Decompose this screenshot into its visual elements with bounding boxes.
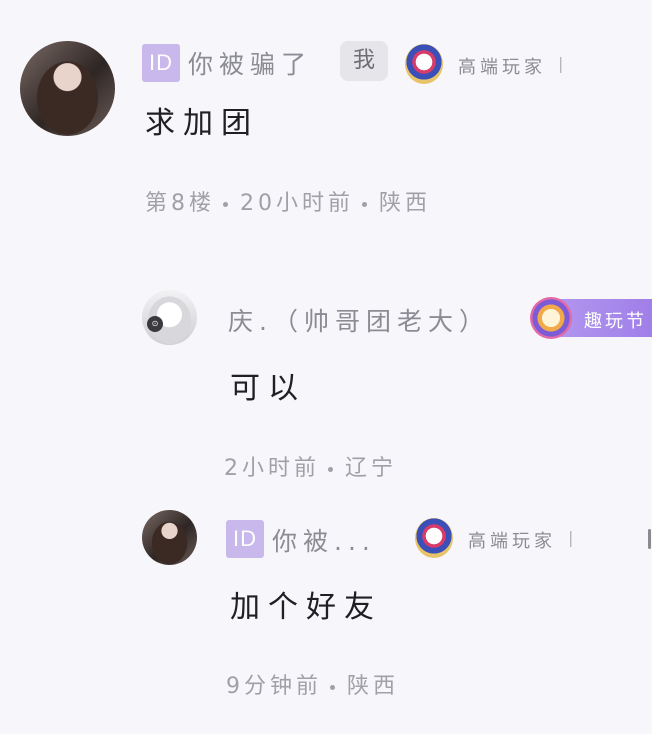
reply-content: 加个好友: [230, 590, 382, 625]
dot-separator: [328, 466, 333, 472]
event-character-icon: [530, 297, 572, 339]
event-label: 趣玩节: [584, 311, 647, 332]
avatar[interactable]: ⊙: [142, 290, 197, 345]
author-name[interactable]: 庆.（帅哥团老大）: [228, 302, 490, 338]
rank-label: 高端玩家: [468, 531, 556, 552]
post-location: 陕西: [379, 191, 432, 216]
id-badge: ID: [142, 44, 180, 82]
comment-content: 求加团: [145, 106, 259, 141]
reply-meta: 2小时前 辽宁: [224, 450, 397, 482]
reply-item: ⊙ 庆.（帅哥团老大） 趣玩节 可以 2小时前 辽宁: [0, 280, 652, 490]
author-name[interactable]: 你被骗了: [188, 45, 312, 81]
rank-separator: |: [568, 528, 574, 547]
post-time: 2小时前: [224, 456, 320, 481]
post-location: 陕西: [347, 674, 400, 699]
dot-separator: [362, 201, 367, 207]
rank-separator: |: [558, 54, 564, 73]
avatar[interactable]: [142, 510, 197, 565]
post-time: 20小时前: [240, 191, 354, 216]
reply-item: ID 你被... 高端玩家 | 加个好友 9分钟前 陕西: [0, 500, 652, 720]
avatar[interactable]: [20, 41, 115, 136]
me-badge: 我: [340, 41, 388, 81]
mask-icon: ⊙: [147, 316, 163, 332]
rank-label: 高端玩家: [458, 57, 546, 78]
post-time: 9分钟前: [226, 674, 322, 699]
event-tag[interactable]: 趣玩节: [530, 297, 652, 339]
medal-icon: [405, 44, 443, 84]
comment-floor-8: ID 你被骗了 我 高端玩家 | 求加团 第8楼 20小时前 陕西: [0, 0, 652, 250]
reply-meta: 9分钟前 陕西: [226, 668, 399, 700]
reply-content: 可以: [230, 371, 306, 406]
medal-icon: [415, 518, 453, 558]
scroll-indicator[interactable]: [648, 529, 651, 549]
dot-separator: [223, 201, 228, 207]
post-location: 辽宁: [345, 456, 398, 481]
floor-number: 第8楼: [145, 191, 215, 216]
id-badge: ID: [226, 520, 264, 558]
author-name[interactable]: 你被...: [272, 522, 376, 558]
comment-meta: 第8楼 20小时前 陕西: [145, 185, 431, 217]
dot-separator: [330, 684, 335, 690]
